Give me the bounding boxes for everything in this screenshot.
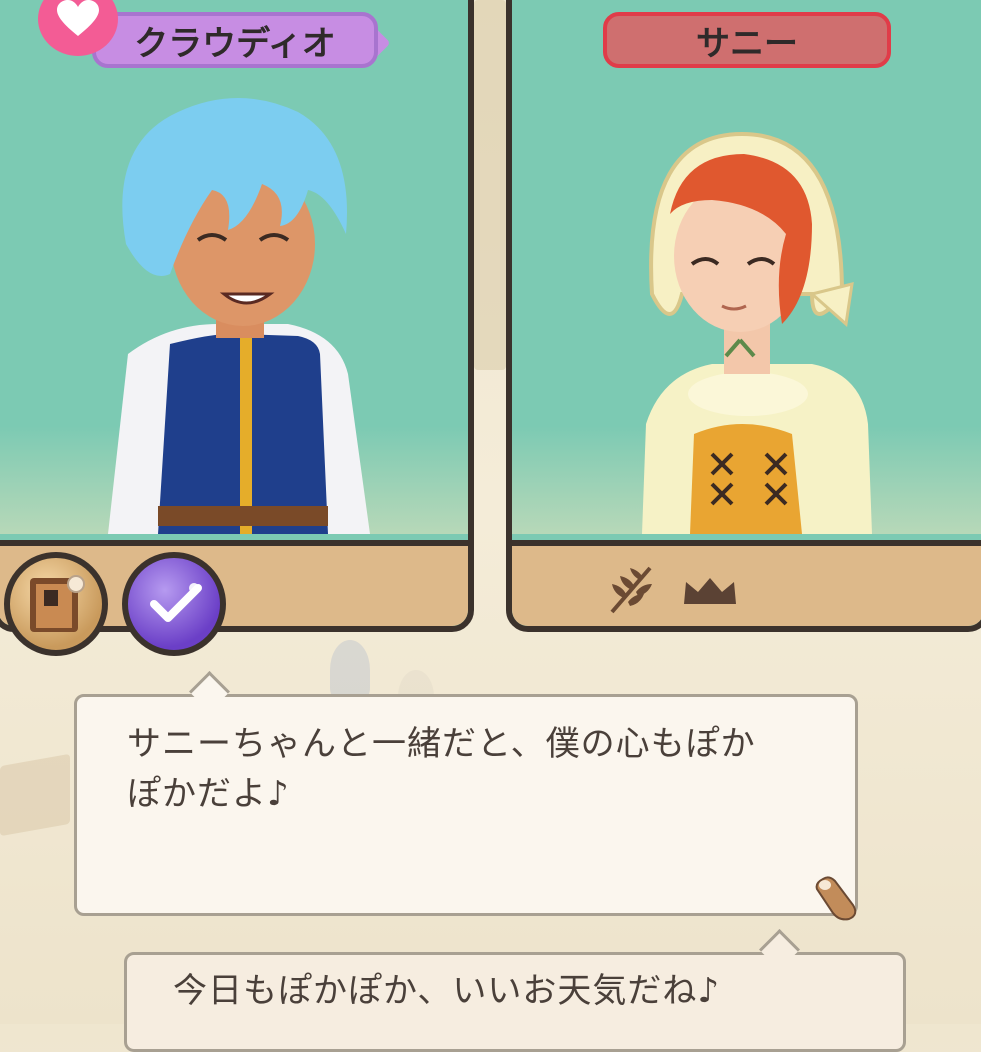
check-icon	[148, 580, 204, 634]
dialogue-line: ぽかだよ♪	[127, 774, 290, 814]
dialogue-bubble[interactable]: サニーちゃんと一緒だと、僕の心もぽか ぽかだよ♪	[74, 670, 858, 921]
dialogue-line: サニーちゃんと一緒だと、僕の心もぽか	[127, 724, 756, 764]
character-portrait-claudio	[0, 0, 468, 534]
character-portrait-sunny	[512, 0, 981, 534]
name-tag-sunny: サニー	[603, 12, 891, 68]
sunny-figure	[642, 131, 872, 534]
bubble-tail	[188, 670, 231, 713]
dialogue-bubble-secondary[interactable]: 今日もぽかぽか、いいお天気だね♪	[124, 928, 906, 1052]
name-tag-sunny-label: サニー	[696, 23, 798, 64]
wheat-icon	[606, 562, 656, 620]
character-shelf-right	[512, 540, 981, 626]
background-villager	[330, 640, 370, 700]
background-fence	[0, 753, 70, 837]
claudio-figure	[108, 98, 370, 534]
album-icon	[28, 574, 86, 640]
background-post	[474, 0, 506, 370]
character-panel-left	[0, 0, 474, 632]
album-button[interactable]	[4, 552, 108, 656]
check-button[interactable]	[122, 552, 226, 656]
character-panel-right	[506, 0, 981, 632]
dialogue-text-secondary: 今日もぽかぽか、いいお天気だね♪	[173, 971, 721, 1011]
name-tag-claudio-label: クラウディオ	[134, 23, 336, 64]
dialogue-text: サニーちゃんと一緒だと、僕の心もぽか ぽかだよ♪	[127, 719, 807, 819]
tap-cursor-icon	[813, 875, 861, 925]
bubble-tail	[758, 928, 801, 971]
name-tag-claudio: クラウディオ	[92, 12, 378, 68]
crown-icon	[680, 574, 740, 612]
